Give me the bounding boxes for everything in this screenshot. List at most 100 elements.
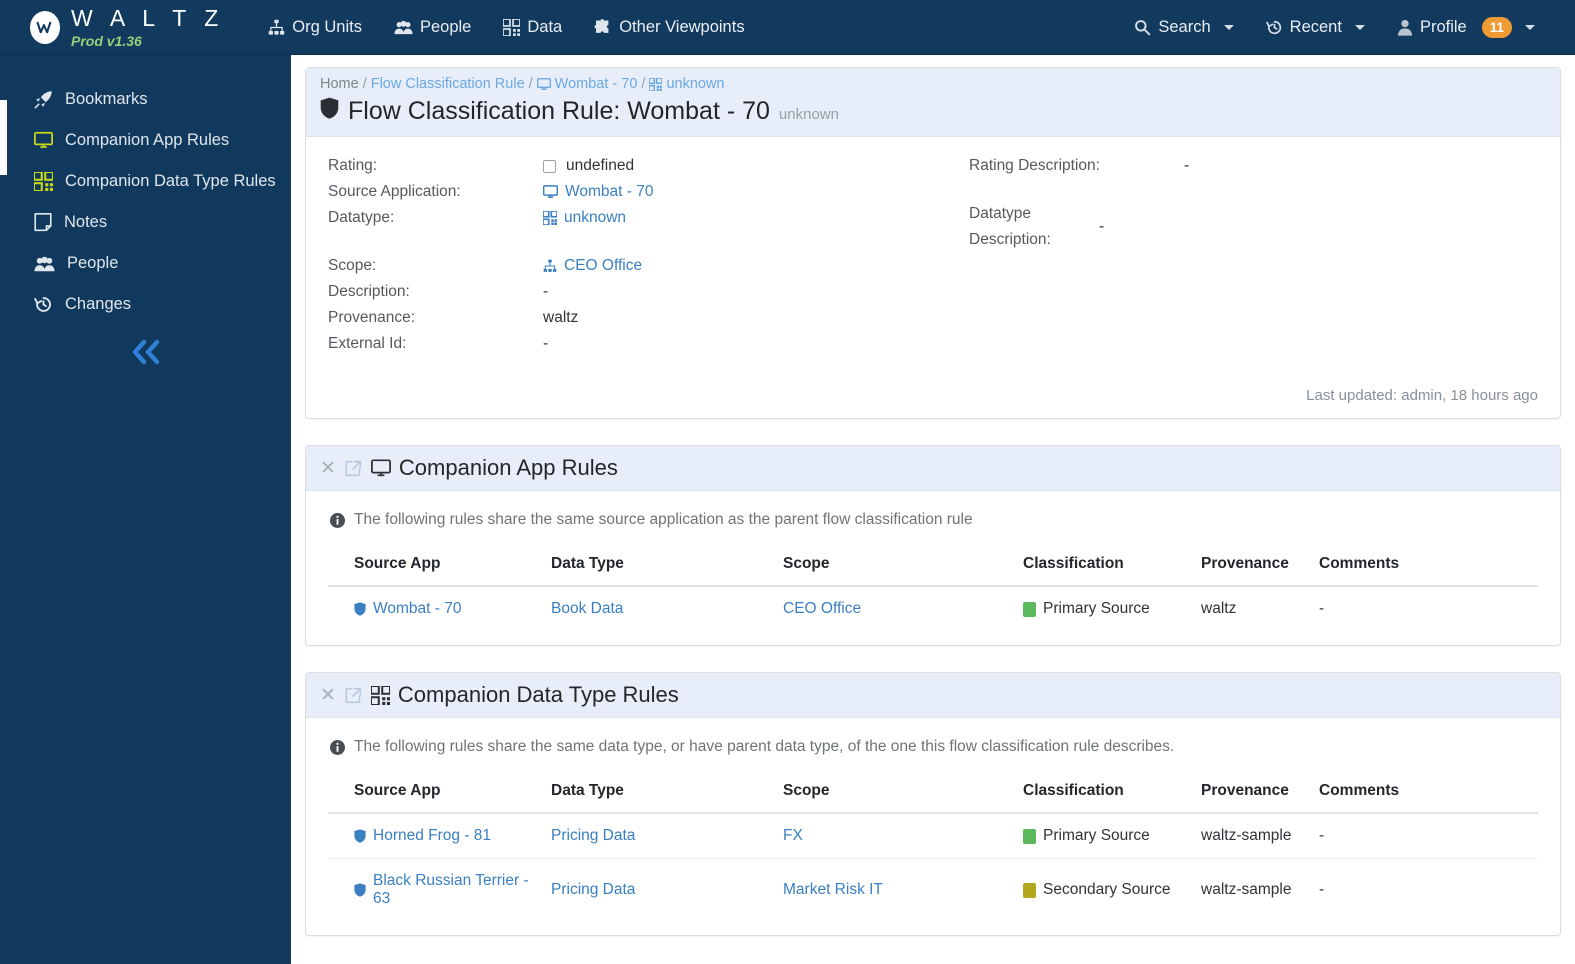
scope-link[interactable]: CEO Office bbox=[564, 253, 642, 279]
rating-checkbox[interactable] bbox=[543, 159, 556, 173]
sidebar-item-notes[interactable]: Notes bbox=[0, 202, 291, 243]
nav-item-org-units[interactable]: Org Units bbox=[252, 10, 378, 45]
shield-icon bbox=[320, 97, 339, 119]
sidebar: Bookmarks Companion App Rules Companion … bbox=[0, 55, 291, 964]
companion-data-type-rules-panel: ✕ Companion Data Type Rules The followin… bbox=[305, 672, 1561, 936]
profile-menu[interactable]: Profile 11 bbox=[1381, 9, 1551, 46]
section-title-text: Companion Data Type Rules bbox=[397, 682, 679, 707]
column-header-data-type: Data Type bbox=[543, 545, 775, 587]
qrcode-icon bbox=[370, 685, 390, 705]
cell-comments: - bbox=[1319, 600, 1325, 617]
detail-label: Datatype: bbox=[328, 209, 395, 226]
nav-item-label: People bbox=[419, 17, 472, 36]
sitemap-icon bbox=[268, 19, 285, 36]
page-title-text: Flow Classification Rule: Wombat - 70 bbox=[348, 97, 770, 125]
people-icon bbox=[394, 19, 413, 36]
close-icon[interactable]: ✕ bbox=[320, 459, 336, 478]
sitemap-icon bbox=[543, 259, 557, 273]
section-title: Companion App Rules bbox=[370, 455, 618, 481]
detail-value: undefined bbox=[543, 153, 634, 179]
detail-value: unknown bbox=[543, 205, 626, 231]
detail-row-provenance: Provenance: waltz bbox=[328, 305, 933, 331]
detail-label: Rating: bbox=[328, 157, 378, 174]
navbar-right-items: Search Recent Profile 11 bbox=[1118, 0, 1551, 55]
page-title-subtext: unknown bbox=[778, 106, 839, 123]
cell-data-type: Pricing Data bbox=[543, 813, 775, 859]
column-header-data-type: Data Type bbox=[543, 772, 775, 814]
desktop-icon bbox=[543, 185, 558, 199]
brand-logo[interactable]: W A L T Z Prod v1.36 bbox=[30, 6, 224, 48]
top-navbar: W A L T Z Prod v1.36 Org Units People Da… bbox=[0, 0, 1575, 55]
navbar-items: Org Units People Data Other Viewpoints bbox=[252, 10, 760, 45]
column-header-comments: Comments bbox=[1311, 772, 1538, 814]
detail-label: Provenance: bbox=[328, 309, 416, 326]
section-header: ✕ Companion Data Type Rules bbox=[306, 673, 1560, 718]
breadcrumb-item-wombat-70[interactable]: Wombat - 70 bbox=[555, 76, 638, 92]
recent-menu[interactable]: Recent bbox=[1250, 10, 1381, 45]
data-type-link[interactable]: Pricing Data bbox=[551, 881, 635, 898]
companion-data-type-rules-table: Source App Data Type Scope Classificatio… bbox=[328, 772, 1538, 921]
cell-source-app: Wombat - 70 bbox=[328, 586, 543, 631]
profile-badge-count: 11 bbox=[1481, 17, 1512, 38]
breadcrumb-separator: / bbox=[362, 76, 367, 92]
nav-item-label: Org Units bbox=[292, 17, 362, 36]
info-icon bbox=[330, 739, 345, 755]
column-header-source-app: Source App bbox=[328, 772, 543, 814]
close-icon[interactable]: ✕ bbox=[320, 686, 336, 705]
scope-link[interactable]: CEO Office bbox=[783, 600, 861, 617]
source-app-link[interactable]: Wombat - 70 bbox=[373, 600, 461, 618]
section-note: The following rules share the same data … bbox=[306, 718, 1560, 764]
detail-value: - bbox=[1184, 157, 1190, 174]
sidebar-item-companion-data-type-rules[interactable]: Companion Data Type Rules bbox=[0, 161, 291, 202]
sidebar-item-companion-app-rules[interactable]: Companion App Rules bbox=[0, 120, 291, 161]
detail-row-datatype: Datatype: unknown bbox=[328, 205, 933, 231]
scope-link[interactable]: FX bbox=[783, 827, 803, 844]
detail-spacer bbox=[328, 231, 933, 253]
source-app-link[interactable]: Horned Frog - 81 bbox=[373, 827, 491, 845]
table-row: Horned Frog - 81 Pricing Data FX Primary… bbox=[328, 813, 1538, 859]
breadcrumb-item-unknown[interactable]: unknown bbox=[666, 76, 724, 92]
datatype-link[interactable]: unknown bbox=[564, 205, 626, 231]
nav-item-data[interactable]: Data bbox=[487, 10, 578, 45]
cell-comments: - bbox=[1319, 881, 1325, 898]
sidebar-item-changes[interactable]: Changes bbox=[0, 284, 291, 325]
sidebar-collapse-button[interactable] bbox=[0, 335, 291, 369]
companion-data-type-rules-table-wrapper: Source App Data Type Scope Classificatio… bbox=[306, 764, 1560, 935]
column-header-provenance: Provenance bbox=[1193, 772, 1311, 814]
detail-value: - bbox=[543, 283, 549, 300]
cell-provenance: waltz-sample bbox=[1193, 813, 1311, 859]
scope-link[interactable]: Market Risk IT bbox=[783, 881, 883, 898]
detail-row-description: Description: - bbox=[328, 279, 933, 305]
table-row: Wombat - 70 Book Data CEO Office Primary… bbox=[328, 586, 1538, 631]
desktop-icon bbox=[536, 77, 551, 91]
column-header-scope: Scope bbox=[775, 772, 1015, 814]
external-link-icon[interactable] bbox=[345, 687, 362, 704]
double-chevron-left-icon bbox=[127, 335, 165, 369]
sidebar-item-label: Changes bbox=[65, 295, 132, 313]
cell-provenance: waltz bbox=[1201, 600, 1237, 617]
qrcode-icon bbox=[34, 172, 53, 191]
nav-item-people[interactable]: People bbox=[378, 10, 487, 45]
breadcrumb-item-flow-classification-rule[interactable]: Flow Classification Rule bbox=[371, 76, 525, 92]
data-type-link[interactable]: Book Data bbox=[551, 600, 623, 617]
classification-swatch bbox=[1023, 601, 1036, 617]
breadcrumb-separator: / bbox=[528, 76, 533, 92]
nav-item-other-viewpoints[interactable]: Other Viewpoints bbox=[578, 10, 760, 45]
search-menu[interactable]: Search bbox=[1118, 10, 1249, 45]
puzzle-piece-icon bbox=[594, 18, 612, 36]
history-icon bbox=[1265, 19, 1283, 36]
cell-provenance: waltz-sample bbox=[1201, 881, 1292, 898]
classification-swatch bbox=[1023, 828, 1036, 844]
sidebar-item-people[interactable]: People bbox=[0, 243, 291, 284]
detail-value: - bbox=[1099, 218, 1105, 235]
source-app-link[interactable]: Black Russian Terrier - 63 bbox=[373, 872, 535, 908]
external-link-icon[interactable] bbox=[345, 460, 362, 477]
source-application-link[interactable]: Wombat - 70 bbox=[565, 179, 653, 205]
column-header-comments: Comments bbox=[1311, 545, 1538, 587]
shield-icon bbox=[354, 829, 366, 843]
cell-scope: CEO Office bbox=[775, 586, 1015, 631]
sidebar-item-bookmarks[interactable]: Bookmarks bbox=[0, 79, 291, 120]
recent-menu-label: Recent bbox=[1289, 18, 1342, 36]
detail-value: CEO Office bbox=[543, 253, 642, 279]
data-type-link[interactable]: Pricing Data bbox=[551, 827, 635, 844]
